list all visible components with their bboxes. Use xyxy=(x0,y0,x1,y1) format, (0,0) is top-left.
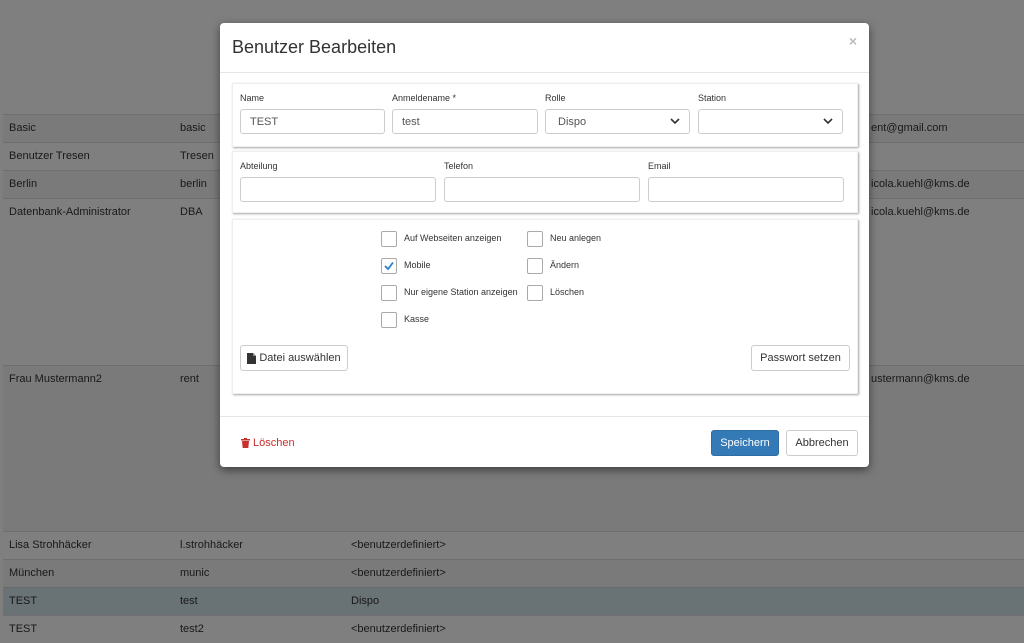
department-label: Abteilung xyxy=(240,161,278,171)
checkbox-box[interactable] xyxy=(381,231,397,247)
phone-label: Telefon xyxy=(444,161,474,171)
basic-info-panel: Name TEST Anmeldename * test Rolle Dispo… xyxy=(232,83,858,147)
checkbox-box[interactable] xyxy=(381,285,397,301)
role-label: Rolle xyxy=(545,93,566,103)
contact-panel: Abteilung Telefon Email xyxy=(232,151,858,213)
checkbox-label: Neu anlegen xyxy=(550,233,602,243)
email-input[interactable] xyxy=(648,177,844,202)
checkbox-label: Löschen xyxy=(550,287,585,297)
permissions-panel: Auf Webseiten anzeigen Mobile Nur eigene… xyxy=(232,219,858,394)
cancel-button[interactable]: Abbrechen xyxy=(786,430,858,456)
dialog-header: Benutzer Bearbeiten × xyxy=(220,23,869,73)
station-label: Station xyxy=(698,93,727,103)
chevron-down-icon xyxy=(823,118,833,125)
login-input[interactable]: test xyxy=(392,109,538,134)
dialog-footer: Löschen Speichern Abbrechen xyxy=(220,416,869,467)
edit-user-dialog: Benutzer Bearbeiten × Name TEST Anmelden… xyxy=(220,23,869,467)
checkbox-box[interactable] xyxy=(527,231,543,247)
role-select[interactable]: Dispo xyxy=(545,109,690,134)
phone-input[interactable] xyxy=(444,177,640,202)
chevron-down-icon xyxy=(670,118,680,125)
checkbox-label: Nur eigene Station anzeigen xyxy=(404,287,518,297)
close-icon[interactable]: × xyxy=(849,33,857,49)
department-input[interactable] xyxy=(240,177,436,202)
station-select[interactable] xyxy=(698,109,843,134)
role-select-value: Dispo xyxy=(558,116,587,128)
checkbox-box[interactable] xyxy=(381,258,397,274)
email-label: Email xyxy=(648,161,671,171)
login-label: Anmeldename * xyxy=(392,93,457,103)
checkbox-label: Auf Webseiten anzeigen xyxy=(404,233,502,243)
delete-user-link[interactable]: Löschen xyxy=(241,437,295,449)
checkmark-icon xyxy=(384,261,394,271)
checkbox-label: Mobile xyxy=(404,260,431,270)
choose-file-label: Datei auswählen xyxy=(259,352,341,364)
delete-label: Löschen xyxy=(253,437,295,449)
set-password-button[interactable]: Passwort setzen xyxy=(751,345,850,371)
checkbox-box[interactable] xyxy=(527,258,543,274)
dialog-title: Benutzer Bearbeiten xyxy=(232,37,397,57)
name-label: Name xyxy=(240,93,265,103)
checkbox-label: Ändern xyxy=(550,260,580,270)
trash-icon xyxy=(241,438,250,448)
save-button[interactable]: Speichern xyxy=(711,430,779,456)
checkbox-label: Kasse xyxy=(404,314,430,324)
choose-file-button[interactable]: Datei auswählen xyxy=(240,345,348,371)
file-icon xyxy=(247,352,257,364)
checkbox-box[interactable] xyxy=(381,312,397,328)
checkbox-box[interactable] xyxy=(527,285,543,301)
name-input[interactable]: TEST xyxy=(240,109,385,134)
